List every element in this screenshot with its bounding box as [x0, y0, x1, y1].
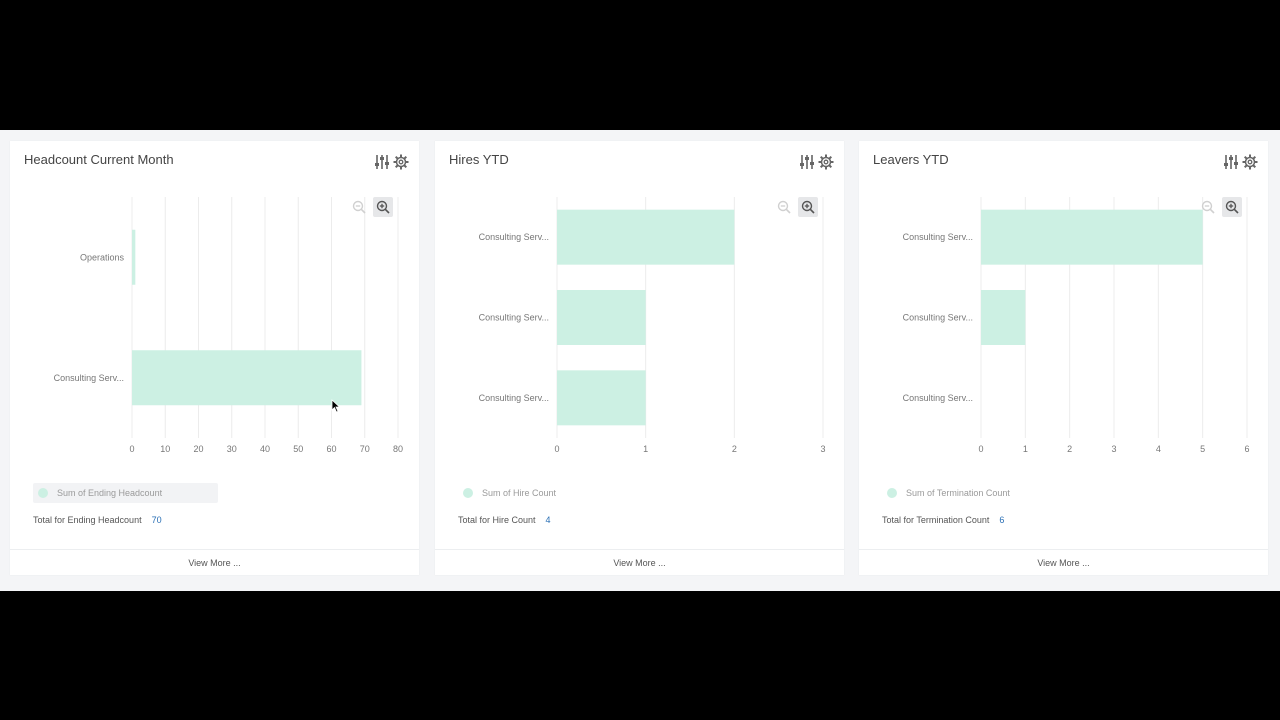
zoom-in-icon [376, 200, 390, 214]
bar[interactable] [557, 370, 646, 426]
x-tick-label: 10 [160, 444, 170, 454]
leavers-card: Leavers YTD 0 1 2 3 4 5 6 Consulting Serv... Con… [859, 141, 1268, 575]
footer-divider [859, 549, 1268, 550]
category-label: Consulting Serv... [479, 393, 549, 403]
headcount-chart: 0 10 20 30 40 50 60 70 80 Operations Consulting Se… [54, 197, 403, 454]
leavers-chart: 0 1 2 3 4 5 6 Consulting Serv... Consulting Serv… [903, 197, 1250, 454]
zoom-out-button[interactable] [1198, 197, 1218, 217]
zoom-in-icon [801, 200, 815, 214]
total-label: Total for Ending Headcount [33, 515, 142, 525]
footer-divider [10, 549, 419, 550]
headcount-card: Headcount Current Month 0 10 20 30 40 50 60 70 8… [10, 141, 419, 575]
x-tick-label: 0 [554, 444, 559, 454]
x-tick-label: 30 [227, 444, 237, 454]
mouse-cursor-icon [331, 399, 341, 413]
view-more-link[interactable]: View More ... [859, 558, 1268, 568]
x-tick-label: 6 [1244, 444, 1249, 454]
bar[interactable] [132, 229, 136, 285]
hires-card: Hires YTD 0 1 2 3 Consulting Serv... Consulti… [435, 141, 844, 575]
chart-legend[interactable]: Sum of Ending Headcount [33, 483, 218, 503]
bar[interactable] [132, 350, 362, 406]
hires-chart: 0 1 2 3 Consulting Serv... Consulting Serv...… [479, 197, 826, 454]
x-tick-label: 0 [978, 444, 983, 454]
total-value[interactable]: 6 [999, 515, 1004, 525]
chart-legend[interactable]: Sum of Termination Count [882, 483, 1020, 503]
zoom-out-button[interactable] [349, 197, 369, 217]
view-more-link[interactable]: View More ... [435, 558, 844, 568]
x-tick-label: 4 [1156, 444, 1161, 454]
x-tick-label: 60 [326, 444, 336, 454]
zoom-in-button[interactable] [1222, 197, 1242, 217]
zoom-out-icon [352, 200, 366, 214]
view-more-link[interactable]: View More ... [10, 558, 419, 568]
bar[interactable] [981, 209, 1203, 265]
category-label: Consulting Serv... [903, 313, 973, 323]
zoom-in-button[interactable] [798, 197, 818, 217]
x-tick-label: 70 [360, 444, 370, 454]
x-tick-label: 3 [1111, 444, 1116, 454]
x-tick-label: 1 [1023, 444, 1028, 454]
x-tick-label: 5 [1200, 444, 1205, 454]
legend-label: Sum of Hire Count [482, 488, 557, 498]
zoom-in-button[interactable] [373, 197, 393, 217]
legend-label: Sum of Ending Headcount [57, 488, 163, 498]
zoom-out-button[interactable] [774, 197, 794, 217]
total-label: Total for Hire Count [458, 515, 536, 525]
bar[interactable] [557, 209, 735, 265]
x-tick-label: 20 [193, 444, 203, 454]
zoom-out-icon [1201, 200, 1215, 214]
zoom-controls [349, 197, 393, 217]
x-tick-label: 1 [643, 444, 648, 454]
x-tick-label: 50 [293, 444, 303, 454]
category-label: Operations [80, 252, 125, 262]
category-label: Consulting Serv... [903, 393, 973, 403]
category-label: Consulting Serv... [54, 373, 124, 383]
x-tick-label: 40 [260, 444, 270, 454]
zoom-controls [1198, 197, 1242, 217]
legend-swatch [887, 488, 897, 498]
total-label: Total for Termination Count [882, 515, 990, 525]
zoom-controls [774, 197, 818, 217]
total-row: Total for Termination Count 6 [882, 515, 1004, 525]
legend-swatch [38, 488, 48, 498]
total-value[interactable]: 70 [152, 515, 162, 525]
x-tick-label: 80 [393, 444, 403, 454]
x-tick-label: 0 [129, 444, 134, 454]
category-label: Consulting Serv... [479, 313, 549, 323]
category-label: Consulting Serv... [903, 232, 973, 242]
bar[interactable] [981, 290, 1026, 345]
total-row: Total for Ending Headcount 70 [33, 515, 162, 525]
x-tick-label: 3 [820, 444, 825, 454]
zoom-in-icon [1225, 200, 1239, 214]
legend-label: Sum of Termination Count [906, 488, 1010, 498]
x-tick-label: 2 [732, 444, 737, 454]
footer-divider [435, 549, 844, 550]
bar[interactable] [557, 290, 646, 345]
chart-legend[interactable]: Sum of Hire Count [458, 483, 566, 503]
total-value[interactable]: 4 [546, 515, 551, 525]
category-label: Consulting Serv... [479, 232, 549, 242]
x-tick-label: 2 [1067, 444, 1072, 454]
total-row: Total for Hire Count 4 [458, 515, 551, 525]
zoom-out-icon [777, 200, 791, 214]
legend-swatch [463, 488, 473, 498]
